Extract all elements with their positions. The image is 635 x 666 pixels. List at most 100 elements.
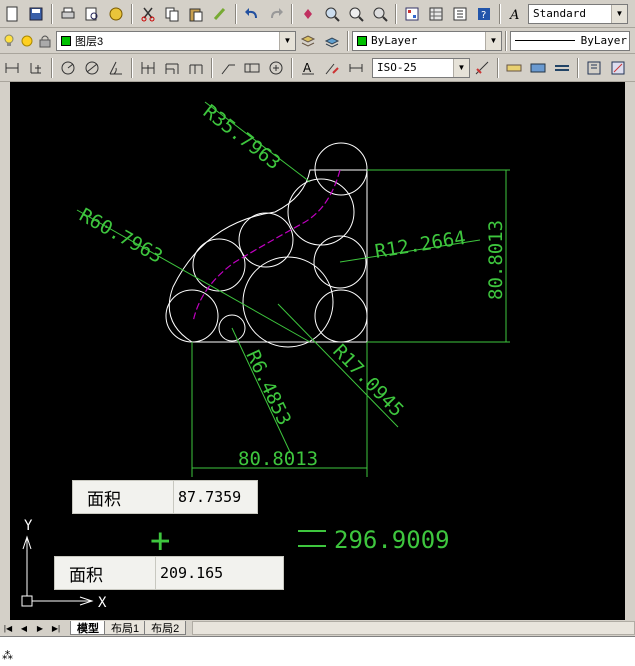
svg-text:A: A bbox=[509, 8, 519, 22]
help-icon[interactable]: ? bbox=[473, 3, 495, 25]
dim-edit-icon[interactable]: A bbox=[297, 57, 319, 79]
circle-top bbox=[314, 142, 368, 196]
toolbar-separator bbox=[131, 3, 133, 24]
circle-row4-left bbox=[192, 238, 246, 292]
toolbar-separator bbox=[497, 57, 499, 78]
match-properties-icon[interactable] bbox=[209, 3, 231, 25]
text-style-icon[interactable]: A bbox=[505, 3, 527, 25]
refedit-icon[interactable] bbox=[607, 57, 629, 79]
lock-icon[interactable] bbox=[37, 30, 53, 52]
layer-previous-icon[interactable] bbox=[321, 30, 343, 52]
paste-icon[interactable] bbox=[185, 3, 207, 25]
toolbar-separator bbox=[395, 3, 397, 24]
command-line[interactable]: ⁂ bbox=[0, 636, 635, 666]
next-tab-icon[interactable]: ▶ bbox=[32, 621, 48, 635]
block-editor-icon[interactable] bbox=[583, 57, 605, 79]
zoom-previous-icon[interactable] bbox=[369, 3, 391, 25]
area-label: 面积 bbox=[87, 489, 121, 510]
layer-manager-icon[interactable] bbox=[297, 30, 319, 52]
standard-toolbar: ? A Standard ▼ bbox=[0, 0, 635, 28]
chevron-down-icon[interactable]: ▼ bbox=[611, 4, 627, 23]
last-tab-icon[interactable]: ▶| bbox=[48, 621, 64, 635]
area-value: 209.165 bbox=[155, 557, 283, 589]
linetype-dropdown[interactable]: ByLayer bbox=[510, 30, 630, 51]
linear-dim-icon[interactable] bbox=[1, 57, 23, 79]
tool-palettes-icon[interactable] bbox=[449, 3, 471, 25]
quick-dim-icon[interactable] bbox=[137, 57, 159, 79]
multiline-style-icon[interactable] bbox=[551, 57, 573, 79]
undo-icon[interactable] bbox=[241, 3, 263, 25]
dimension-toolbar: A ISO-25 ▼ bbox=[0, 54, 635, 82]
area-value: 87.7359 bbox=[173, 481, 257, 513]
dim-style-icon[interactable] bbox=[471, 57, 493, 79]
circle-bottom-right bbox=[314, 289, 368, 343]
drawing-canvas[interactable]: R35.7963 R60.7963 R12.2664 R6.4853 R17.0… bbox=[10, 82, 625, 620]
tab-layout2[interactable]: 布局2 bbox=[144, 621, 187, 635]
sun-icon[interactable] bbox=[19, 30, 35, 52]
dim-text-r17: R17.0945 bbox=[328, 340, 407, 421]
layer-dropdown[interactable]: 图层3 ▼ bbox=[56, 30, 296, 51]
chevron-down-icon[interactable]: ▼ bbox=[279, 31, 295, 50]
toolbar-separator bbox=[235, 3, 237, 24]
dim-text-r60: R60.7963 bbox=[76, 204, 167, 268]
dim-update-icon[interactable] bbox=[345, 57, 367, 79]
toolbar-separator bbox=[291, 3, 293, 24]
text-style-dropdown[interactable]: Standard ▼ bbox=[528, 3, 628, 24]
publish-icon[interactable] bbox=[105, 3, 127, 25]
angular-dim-icon[interactable] bbox=[105, 57, 127, 79]
save-icon[interactable] bbox=[25, 3, 47, 25]
prev-tab-icon[interactable]: ◀ bbox=[16, 621, 32, 635]
ordinate-dim-icon[interactable] bbox=[25, 57, 47, 79]
print-icon[interactable] bbox=[57, 3, 79, 25]
lightbulb-icon[interactable] bbox=[1, 30, 17, 52]
linetype-value: ByLayer bbox=[580, 34, 627, 47]
chevron-down-icon[interactable]: ▼ bbox=[453, 58, 469, 77]
design-center-icon[interactable] bbox=[425, 3, 447, 25]
tolerance-icon[interactable] bbox=[241, 57, 263, 79]
svg-text:?: ? bbox=[481, 10, 486, 21]
table-style-icon[interactable] bbox=[527, 57, 549, 79]
continue-dim-icon[interactable] bbox=[185, 57, 207, 79]
cut-icon[interactable] bbox=[137, 3, 159, 25]
horizontal-scrollbar[interactable] bbox=[192, 621, 635, 635]
color-dropdown[interactable]: ByLayer ▼ bbox=[352, 30, 502, 51]
ruler-icon[interactable] bbox=[503, 57, 525, 79]
diameter-dim-icon[interactable] bbox=[81, 57, 103, 79]
copy-icon[interactable] bbox=[161, 3, 183, 25]
tab-layout1[interactable]: 布局1 bbox=[104, 621, 147, 635]
area-box-top: 面积 87.7359 bbox=[72, 480, 258, 514]
drawing-svg: R35.7963 R60.7963 R12.2664 R6.4853 R17.0… bbox=[21, 101, 510, 611]
dim-text-vertical: 80.8013 bbox=[485, 220, 507, 300]
redo-icon[interactable] bbox=[265, 3, 287, 25]
baseline-dim-icon[interactable] bbox=[161, 57, 183, 79]
toolbar-separator bbox=[577, 57, 579, 78]
circle-row2-right bbox=[287, 178, 355, 246]
leader-icon[interactable] bbox=[217, 57, 239, 79]
toolbar-separator bbox=[505, 30, 507, 51]
spline-path bbox=[192, 169, 341, 323]
plus-sign: + bbox=[150, 521, 170, 561]
chevron-down-icon[interactable]: ▼ bbox=[485, 31, 501, 50]
toolbar-separator bbox=[211, 57, 213, 78]
tab-model[interactable]: 模型 bbox=[70, 621, 106, 635]
pan-icon[interactable] bbox=[297, 3, 319, 25]
zoom-realtime-icon[interactable] bbox=[321, 3, 343, 25]
toolbar-separator bbox=[291, 57, 293, 78]
toolbar-separator bbox=[51, 3, 53, 24]
circle-bottom-left bbox=[165, 289, 219, 343]
first-tab-icon[interactable]: |◀ bbox=[0, 621, 16, 635]
command-prompt-icon: ⁂ bbox=[2, 650, 13, 662]
dim-text-r6: R6.4853 bbox=[241, 347, 295, 429]
toolbar-separator bbox=[499, 3, 501, 24]
dim-text-edit-icon[interactable] bbox=[321, 57, 343, 79]
print-preview-icon[interactable] bbox=[81, 3, 103, 25]
dim-style-value: ISO-25 bbox=[377, 61, 417, 74]
properties-icon[interactable] bbox=[401, 3, 423, 25]
zoom-window-icon[interactable] bbox=[345, 3, 367, 25]
radius-dim-icon[interactable] bbox=[57, 57, 79, 79]
dim-text-horizontal: 80.8013 bbox=[238, 448, 318, 470]
new-file-icon[interactable] bbox=[1, 3, 23, 25]
dim-style-dropdown[interactable]: ISO-25 ▼ bbox=[372, 57, 470, 78]
center-mark-icon[interactable] bbox=[265, 57, 287, 79]
geometry-group bbox=[165, 142, 368, 348]
